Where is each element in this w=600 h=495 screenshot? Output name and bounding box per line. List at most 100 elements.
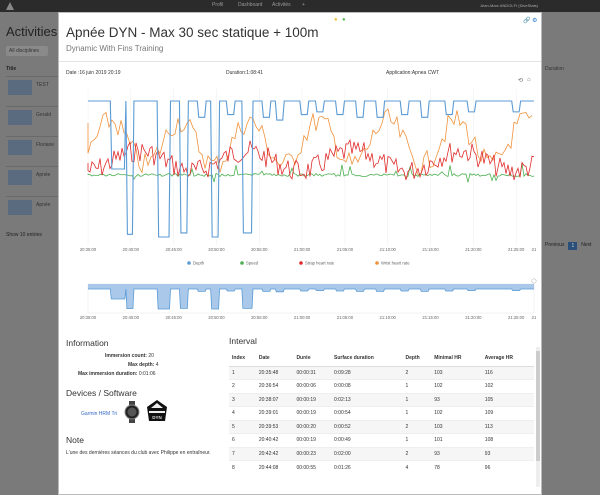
link-icon[interactable]: 🔗 <box>523 17 530 24</box>
page-size-select[interactable]: 10 <box>20 232 26 238</box>
nav-add[interactable]: + <box>302 2 305 8</box>
x-tick-label: 20:35:00 <box>80 247 97 252</box>
table-cell: 00:00:23 <box>293 446 332 461</box>
column-header[interactable]: Depth <box>402 351 432 367</box>
status-dot-icon: ● <box>334 17 338 23</box>
x-tick-label: 21:20:00 <box>465 247 482 252</box>
table-cell: 4 <box>229 406 256 420</box>
table-row[interactable]: 2 20:36:54 00:00:06 0:00:08 1 102 102 <box>229 379 534 393</box>
column-header[interactable]: Durée <box>293 351 332 367</box>
max-immersion-duration: Max immersion duration: 0:01:06 <box>78 371 156 377</box>
table-cell: 00:00:19 <box>293 406 332 420</box>
table-cell: 20:42:42 <box>255 446 294 461</box>
table-row[interactable]: Floriane <box>6 136 58 158</box>
table-cell: 20:36:54 <box>255 379 294 393</box>
activity-subtitle: Dynamic With Fins Training <box>66 44 164 53</box>
table-cell: 00:00:20 <box>293 419 332 434</box>
watch-icon <box>124 401 140 423</box>
table-cell: 0:00:52 <box>331 419 403 434</box>
table-row[interactable]: Apnée <box>6 196 58 218</box>
x-tick-label: 20:45:00 <box>165 247 182 252</box>
table-cell: 20:40:42 <box>255 433 294 447</box>
legend-label: Strap heart rate <box>305 261 335 266</box>
table-cell: 00:00:19 <box>293 392 332 407</box>
activity-detail-modal: ● ● 🔗 ⚙ Apnée DYN - Max 30 sec statique … <box>58 12 542 495</box>
navigator-tick-label: 20:50:00 <box>208 315 225 320</box>
table-row[interactable]: 8 20:44:08 00:00:55 0:01:26 4 78 96 <box>229 460 534 474</box>
max-immersion-value: 0:01:06 <box>138 371 156 377</box>
user-menu[interactable]: Jean-Marc ANDOLFI (DiveStats) <box>480 3 538 8</box>
table-cell: 103 <box>431 419 482 434</box>
interval-heading: Interval <box>229 336 257 346</box>
table-cell: 101 <box>431 433 482 447</box>
interval-scrollbar[interactable] <box>536 347 540 487</box>
table-cell: 96 <box>481 460 534 474</box>
current-page-button[interactable]: 1 <box>568 242 578 250</box>
table-row[interactable]: Gerald <box>6 106 58 128</box>
prev-page-button[interactable]: Previous <box>545 242 564 250</box>
immersion-count-label: Immersion count: <box>105 353 147 359</box>
table-header-title: Title <box>6 66 17 72</box>
table-cell: 103 <box>431 365 482 380</box>
table-cell: 00:00:06 <box>293 379 332 393</box>
device-link[interactable]: Garmin HRM Tri <box>81 411 117 417</box>
next-page-button[interactable]: Next <box>581 242 591 250</box>
immersion-count: Immersion count: 20 <box>105 353 154 359</box>
page-title: Activities <box>6 24 58 39</box>
settings-icon[interactable]: ⚙ <box>532 17 537 24</box>
row-title: Gerald <box>36 112 52 118</box>
table-cell: 00:00:31 <box>293 365 332 380</box>
nav-profil[interactable]: Profil <box>212 2 223 8</box>
navigator-tick-label: 21:20:00 <box>465 315 482 320</box>
table-cell: 2 <box>402 365 432 380</box>
column-header[interactable]: Index <box>229 351 256 367</box>
column-header[interactable]: Minimal HR <box>431 351 482 367</box>
column-header[interactable]: Surface duration <box>331 351 403 367</box>
navigator-tick-label: 21:00:00 <box>294 315 311 320</box>
table-row[interactable]: 4 20:39:01 00:00:19 0:00:54 1 102 109 <box>229 406 534 420</box>
activity-thumbnail <box>8 200 32 215</box>
navigator-tick-label: 21:10:00 <box>380 315 397 320</box>
table-cell: 8 <box>229 460 256 474</box>
scrollbar-thumb[interactable] <box>536 351 540 461</box>
row-title: Apnée <box>36 172 51 178</box>
immersion-count-value: 20 <box>148 353 154 359</box>
x-tick-label: 21:10:00 <box>380 247 397 252</box>
table-cell: 20:35:48 <box>255 365 294 380</box>
table-row[interactable]: TEST <box>6 76 58 98</box>
table-row[interactable]: 6 20:40:42 00:00:19 0:00:49 1 101 108 <box>229 433 534 447</box>
page-size-control[interactable]: Show 10 entries <box>6 232 42 238</box>
table-cell: 102 <box>431 406 482 420</box>
table-cell: 108 <box>481 433 534 447</box>
x-tick-label: 21 <box>532 247 537 252</box>
table-cell: 116 <box>481 365 534 380</box>
table-cell: 78 <box>431 460 482 474</box>
activity-charts[interactable]: 20:35:00 20:40:00 20:45:00 20:50:00 20:55:00… <box>59 83 542 345</box>
information-heading: Information <box>66 338 109 348</box>
table-cell: 20:38:07 <box>255 392 294 407</box>
navigator-tick-label: 21:15:00 <box>422 315 439 320</box>
table-row[interactable]: 5 20:39:53 00:00:20 0:00:52 2 103 113 <box>229 419 534 434</box>
column-header[interactable]: Average HR <box>481 351 534 367</box>
row-title: TEST <box>36 82 49 88</box>
table-row[interactable]: 1 20:35:48 00:00:31 0:09:28 2 103 116 <box>229 365 534 380</box>
nav-dashboard[interactable]: Dashboard <box>238 2 262 8</box>
table-cell: 113 <box>481 419 534 434</box>
legend-marker <box>187 261 191 265</box>
table-row[interactable]: Apnée <box>6 166 58 188</box>
table-row[interactable]: 7 20:42:42 00:00:23 0:02:00 2 93 93 <box>229 446 534 461</box>
navigator-tick-label: 20:55:00 <box>251 315 268 320</box>
legend-marker <box>375 261 379 265</box>
table-cell: 0:01:26 <box>331 460 403 474</box>
activity-thumbnail <box>8 170 32 185</box>
table-cell: 2 <box>402 419 432 434</box>
row-title: Floriane <box>36 142 55 148</box>
table-row[interactable]: 3 20:38:07 00:00:19 0:02:13 1 93 105 <box>229 392 534 407</box>
nav-activites[interactable]: Activités <box>272 2 291 8</box>
table-cell: 1 <box>402 379 432 393</box>
x-tick-label: 21:15:00 <box>422 247 439 252</box>
max-depth-label: Max depth: <box>128 362 155 368</box>
table-cell: 0:09:28 <box>331 365 403 380</box>
column-header[interactable]: Date <box>255 351 294 367</box>
discipline-filter[interactable]: All disciplines <box>6 46 48 56</box>
